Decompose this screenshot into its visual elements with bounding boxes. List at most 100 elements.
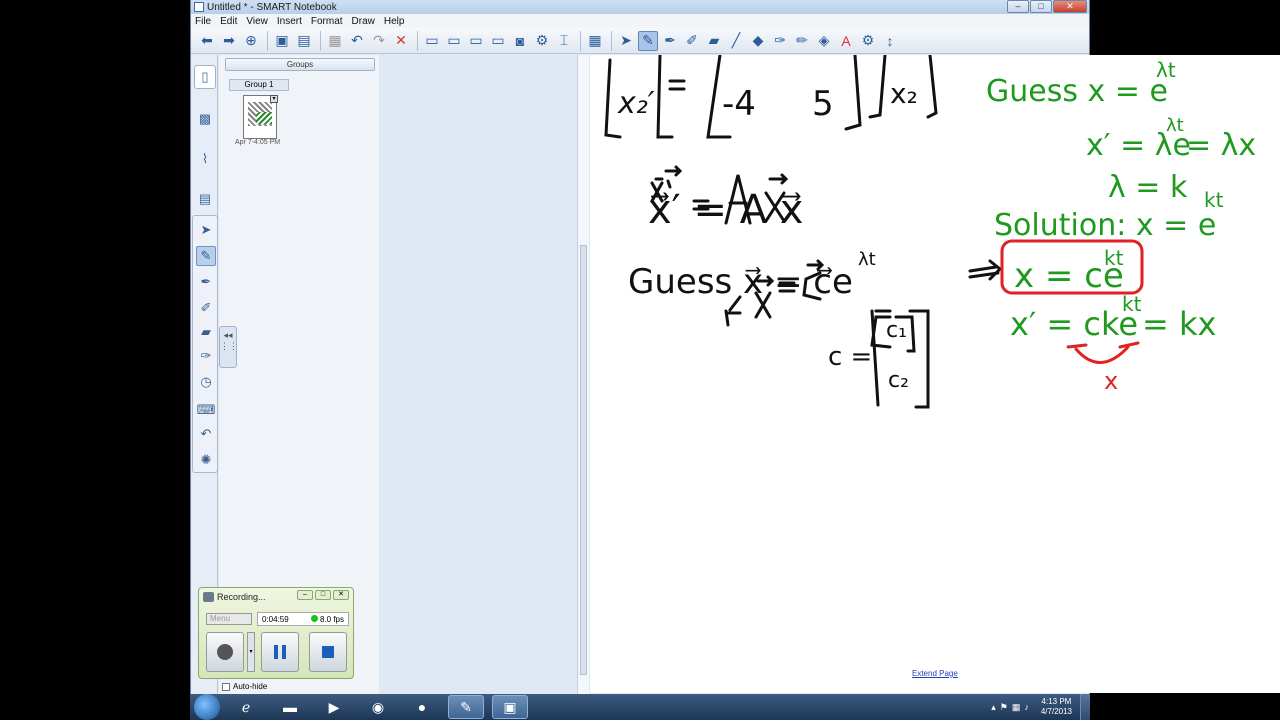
recorder-close-button[interactable]: ✕ bbox=[333, 590, 349, 600]
camera-icon[interactable]: ◙ bbox=[510, 31, 530, 51]
creative-pen-tool-icon[interactable]: ✒ bbox=[196, 272, 216, 292]
clock-tool-icon[interactable]: ◷ bbox=[196, 372, 216, 392]
groups-button[interactable]: Groups bbox=[225, 58, 375, 71]
menu-edit[interactable]: Edit bbox=[220, 16, 237, 27]
app-icon bbox=[194, 2, 204, 12]
save-icon[interactable]: ▤ bbox=[294, 31, 314, 51]
start-button[interactable] bbox=[194, 694, 220, 720]
maximize-button[interactable]: □ bbox=[1030, 0, 1052, 13]
file-explorer-icon[interactable]: ▬ bbox=[272, 695, 308, 719]
recorder-menu-dropdown[interactable]: Menu bbox=[206, 613, 252, 625]
page-sorter-icon[interactable]: ▯ bbox=[194, 65, 216, 89]
highlighter-tool-icon[interactable]: ✐ bbox=[196, 298, 216, 318]
add-page-icon[interactable]: ⊕ bbox=[241, 31, 261, 51]
response-icon[interactable]: ⌶ bbox=[554, 31, 574, 51]
delete-icon[interactable]: ✕ bbox=[391, 31, 411, 51]
undo-icon[interactable]: ↶ bbox=[347, 31, 367, 51]
clock-date: 4/7/2013 bbox=[1040, 707, 1072, 716]
menu-view[interactable]: View bbox=[246, 16, 268, 27]
gallery-icon[interactable]: ▩ bbox=[194, 107, 216, 131]
record-button[interactable] bbox=[206, 632, 244, 672]
panel-scrollbar[interactable] bbox=[577, 55, 589, 694]
auto-hide-checkbox[interactable] bbox=[222, 682, 230, 691]
stop-button[interactable] bbox=[309, 632, 347, 672]
minimize-button[interactable]: – bbox=[1007, 0, 1029, 13]
magic-pen-icon[interactable]: ✑ bbox=[770, 31, 790, 51]
back-icon[interactable]: ⬅ bbox=[197, 31, 217, 51]
ink-red-x: x bbox=[1104, 367, 1118, 395]
fill-icon[interactable]: ◈ bbox=[814, 31, 834, 51]
line-icon[interactable]: ╱ bbox=[726, 31, 746, 51]
attachments-icon[interactable]: ⌇ bbox=[194, 147, 216, 171]
ink-green-check: x′ = cke bbox=[1010, 305, 1138, 343]
status-dot-icon bbox=[310, 614, 318, 622]
recorder-task-icon[interactable]: ▣ bbox=[492, 695, 528, 719]
screen-capture-icon[interactable]: ▭ bbox=[488, 31, 508, 51]
properties-icon[interactable]: ⚙ bbox=[858, 31, 878, 51]
action-center-icon[interactable]: ⚑ bbox=[1000, 702, 1008, 713]
select-arrow-icon[interactable]: ➤ bbox=[616, 31, 636, 51]
settings-gear-icon[interactable]: ✺ bbox=[196, 450, 216, 470]
creative-pen-icon[interactable]: ✒ bbox=[660, 31, 680, 51]
forward-icon[interactable]: ➡ bbox=[219, 31, 239, 51]
menu-insert[interactable]: Insert bbox=[277, 16, 302, 27]
firefox-icon[interactable]: ● bbox=[404, 695, 440, 719]
text-icon[interactable]: A bbox=[836, 31, 856, 51]
group-label[interactable]: Group 1 bbox=[229, 79, 289, 91]
extend-page-link[interactable]: Extend Page bbox=[912, 669, 958, 678]
clock[interactable]: 4:13 PM 4/7/2013 bbox=[1041, 697, 1072, 717]
menu-file[interactable]: File bbox=[195, 16, 211, 27]
keyboard-icon[interactable]: ⌨ bbox=[196, 400, 216, 420]
open-folder-icon[interactable]: ▣ bbox=[272, 31, 292, 51]
screen-shade-icon[interactable]: ▭ bbox=[422, 31, 442, 51]
properties-tab-icon[interactable]: ▤ bbox=[194, 187, 216, 211]
toolbar-divider bbox=[611, 30, 612, 51]
pen-icon[interactable]: ✎ bbox=[638, 30, 658, 51]
menu-help[interactable]: Help bbox=[384, 16, 405, 27]
undo-tool-icon[interactable]: ↶ bbox=[196, 424, 216, 444]
close-button[interactable]: ✕ bbox=[1053, 0, 1087, 13]
stop-icon bbox=[322, 646, 334, 658]
scrollbar-thumb[interactable] bbox=[580, 245, 587, 675]
recorder-maximize-button[interactable]: □ bbox=[315, 590, 331, 600]
record-options-dropdown[interactable]: ▾ bbox=[247, 632, 255, 672]
thumbnail-dropdown-icon[interactable]: ▾ bbox=[270, 95, 278, 103]
recorder-minimize-button[interactable]: – bbox=[297, 590, 313, 600]
internet-explorer-icon[interactable]: ℯ bbox=[228, 695, 264, 719]
dual-page-icon[interactable]: ▭ bbox=[466, 31, 486, 51]
highlighter-icon[interactable]: ✐ bbox=[682, 31, 702, 51]
full-screen-icon[interactable]: ▭ bbox=[444, 31, 464, 51]
ink-green-check-tail: = kx bbox=[1142, 305, 1216, 343]
chrome-icon[interactable]: ◉ bbox=[360, 695, 396, 719]
whiteboard-canvas[interactable]: x₂′ -4 5 x₂ x⃗′ = A x⃗ Guess x⃗ = c⃗e λt… bbox=[590, 55, 1280, 693]
paste-icon[interactable]: ▦ bbox=[325, 31, 345, 51]
move-toolbar-icon[interactable]: ↕ bbox=[880, 31, 900, 51]
ink-x2-prime: x₂′ bbox=[617, 86, 655, 121]
ink-minus-four: -4 bbox=[722, 84, 756, 124]
media-player-icon[interactable]: ▶ bbox=[316, 695, 352, 719]
document-camera-icon[interactable]: ⚙ bbox=[532, 31, 552, 51]
recorder-fps-wrap: 8.0 fps bbox=[310, 614, 344, 624]
select-tool-icon[interactable]: ➤ bbox=[196, 220, 216, 240]
menu-bar: File Edit View Insert Format Draw Help bbox=[191, 14, 1089, 28]
ink-x2: x₂ bbox=[890, 77, 918, 110]
volume-icon[interactable]: ♪ bbox=[1024, 702, 1029, 712]
menu-draw[interactable]: Draw bbox=[352, 16, 375, 27]
smart-notebook-task-icon[interactable]: ✎ bbox=[448, 695, 484, 719]
shapes-icon[interactable]: ◆ bbox=[748, 31, 768, 51]
tray-expand-icon[interactable]: ▴ bbox=[991, 702, 996, 713]
pause-button[interactable] bbox=[261, 632, 299, 672]
show-desktop-button[interactable] bbox=[1080, 694, 1090, 720]
collapse-panel-handle[interactable]: ◂◂ ⋮⋮ bbox=[219, 326, 238, 368]
menu-format[interactable]: Format bbox=[311, 16, 343, 27]
redo-icon[interactable]: ↷ bbox=[369, 31, 389, 51]
shape-recognition-pen-icon[interactable]: ✏ bbox=[792, 31, 812, 51]
eraser-icon[interactable]: ▰ bbox=[704, 31, 724, 51]
ink-green-derivative-exp: λt bbox=[1166, 115, 1184, 136]
pen-tool-icon[interactable]: ✎ bbox=[196, 246, 216, 266]
auto-hide-option[interactable]: Auto-hide bbox=[222, 682, 267, 691]
table-icon[interactable]: ▦ bbox=[585, 31, 605, 51]
network-icon[interactable]: ▦ bbox=[1012, 702, 1021, 713]
eraser-tool-icon[interactable]: ▰ bbox=[196, 322, 216, 342]
magic-pen-tool-icon[interactable]: ✑ bbox=[196, 346, 216, 366]
